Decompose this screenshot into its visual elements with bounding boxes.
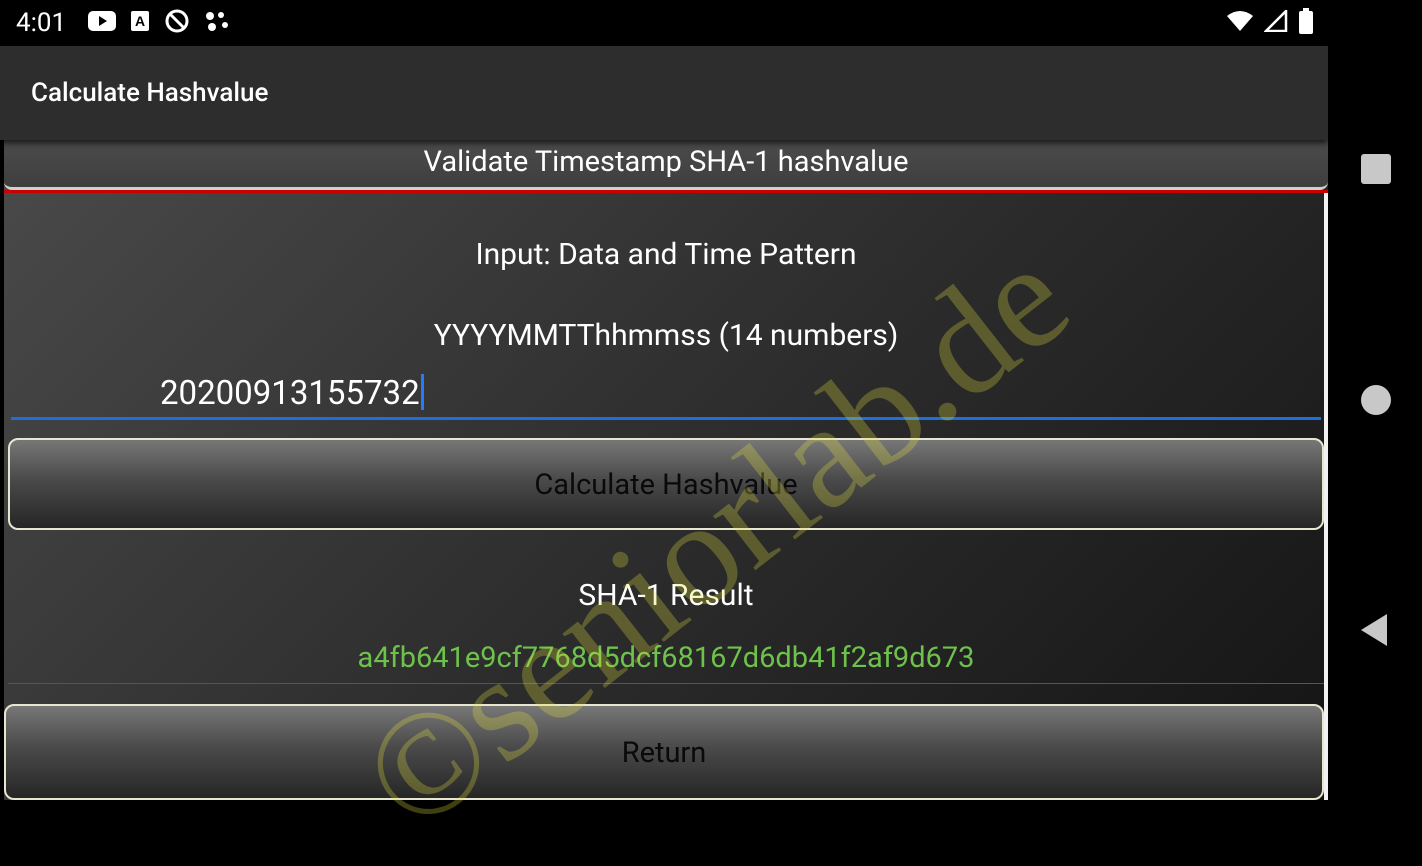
divider	[8, 683, 1324, 684]
back-icon[interactable]	[1361, 614, 1387, 646]
main-content: Validate Timestamp SHA-1 hashvalue Input…	[0, 140, 1328, 800]
status-icons-left: A	[88, 8, 230, 38]
result-label: SHA-1 Result	[578, 578, 754, 613]
svg-text:A: A	[135, 13, 145, 29]
cellular-signal-icon	[1262, 7, 1288, 36]
status-bar: 4:01 A	[0, 0, 1328, 46]
page-title: Calculate Hashvalue	[31, 78, 269, 108]
recent-apps-icon[interactable]	[1361, 154, 1391, 184]
wifi-icon	[1226, 10, 1254, 36]
timestamp-input-value: 20200913155732	[160, 374, 424, 413]
status-icons-right	[1226, 7, 1314, 38]
app-bar: Calculate Hashvalue	[0, 46, 1328, 140]
status-time: 4:01	[16, 8, 67, 38]
divider-red	[4, 190, 1328, 193]
return-button[interactable]: Return	[4, 704, 1324, 800]
pattern-hint: YYYYMMTThhmmss (14 numbers)	[433, 318, 899, 353]
validate-timestamp-button[interactable]: Validate Timestamp SHA-1 hashvalue	[4, 140, 1328, 190]
home-icon[interactable]	[1361, 385, 1391, 415]
input-label: Input: Data and Time Pattern	[475, 237, 857, 272]
text-a-icon: A	[130, 10, 150, 36]
youtube-icon	[88, 11, 116, 35]
timestamp-input[interactable]: 20200913155732	[11, 368, 1321, 420]
battery-icon	[1298, 8, 1314, 38]
calculate-hashvalue-button[interactable]: Calculate Hashvalue	[8, 438, 1324, 530]
assistant-dots-icon	[204, 10, 230, 36]
text-caret	[420, 374, 424, 410]
sha1-result-value: a4fb641e9cf7768d5dcf68167d6db41f2af9d673	[357, 641, 975, 675]
no-disturb-icon	[164, 8, 190, 38]
